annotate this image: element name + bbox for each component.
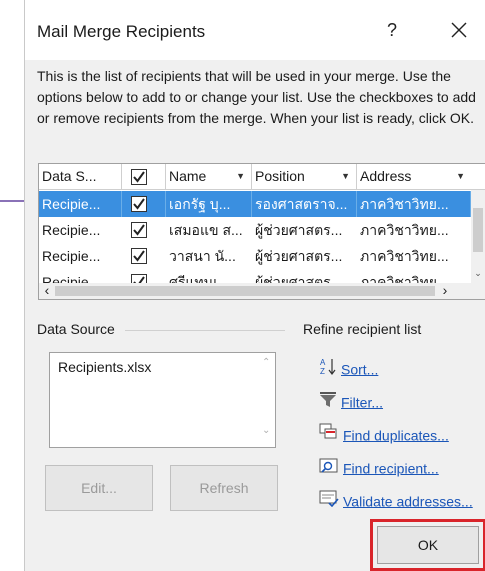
table-row[interactable]: Recipie... เสมอแข ส... ผู้ช่วยศาสตร... ภ… [39,217,471,243]
checkmark-icon [133,224,145,236]
dropdown-arrow-icon: ▼ [456,171,465,181]
scroll-down-arrow-icon[interactable]: ⌄ [471,266,485,280]
scroll-up-arrow-icon[interactable]: ⌃ [262,357,270,368]
checkmark-icon [133,250,145,262]
cell-position: ผู้ช่วยศาสตร... [255,222,343,238]
table-row[interactable]: Recipie ศรีแทนเ... ผู้ช่วยศาสตร... ภาควิ… [39,269,471,283]
ok-button[interactable]: OK [377,526,479,564]
list-scrollbar[interactable]: ⌃ ⌄ [259,353,275,447]
group-divider [125,330,285,331]
cell-name: ศรีแทนเ... [169,274,230,283]
cell-checkbox [122,217,166,243]
svg-text:Z: Z [320,367,325,375]
row-checkbox[interactable] [131,274,147,283]
list-item[interactable]: Recipients.xlsx [58,359,151,375]
scroll-left-arrow-icon[interactable]: ‹ [39,283,55,299]
select-all-checkbox[interactable] [131,169,147,185]
sort-icon: AZ [319,357,337,381]
cell-name: วาสนา นั... [169,248,236,264]
close-icon [451,22,467,38]
cell-address: ภาควิชาวิทย... [360,274,449,283]
cell-address: ภาควิชาวิทย... [357,191,471,217]
title-bar: Mail Merge Recipients ? [25,0,485,60]
filter-link[interactable]: Filter... [319,390,383,414]
cell-position: ผู้ช่วยศาสตร... [255,248,343,264]
cell-position: รองศาสตราจ... [252,191,357,217]
cell-address: ภาควิชาวิทย... [360,222,449,238]
find-duplicates-icon [319,423,339,447]
data-source-group-label: Data Source [37,321,121,337]
find-recipient-link[interactable]: Find recipient... [319,456,439,480]
svg-text:A: A [320,358,326,367]
cell-data-source: Recipie... [39,191,122,217]
column-header-position[interactable]: Position ▼ [252,164,357,190]
cell-data-source: Recipie... [42,248,101,264]
scroll-right-arrow-icon[interactable]: › [437,283,453,299]
sort-link[interactable]: AZ Sort... [319,357,378,381]
close-button[interactable] [444,16,474,44]
dropdown-arrow-icon: ▼ [236,171,245,181]
cell-checkbox [122,191,166,217]
dialog-title: Mail Merge Recipients [37,22,206,41]
help-button[interactable]: ? [380,18,404,42]
checkmark-icon [133,171,145,183]
recipients-grid: Data S... Name ▼ Position ▼ Address ▼ Recip… [38,163,485,300]
scrollbar-thumb[interactable] [55,286,435,296]
cell-position: ผู้ช่วยศาสตร... [255,274,343,283]
row-checkbox[interactable] [131,196,147,212]
find-recipient-icon [319,456,339,480]
cell-name: เอกรัฐ บุ... [166,191,252,217]
column-header-checkbox[interactable] [122,164,166,190]
filter-icon [319,390,337,414]
ok-highlight-box: OK [370,519,485,571]
cell-name: เสมอแข ส... [169,222,243,238]
table-row[interactable]: Recipie... เอกรัฐ บุ... รองศาสตราจ... ภา… [39,191,471,217]
dropdown-arrow-icon: ▼ [341,171,350,181]
cell-data-source: Recipie [42,274,89,283]
intro-text: This is the list of recipients that will… [37,68,476,126]
column-header-data-source[interactable]: Data S... [39,164,122,190]
row-checkbox[interactable] [131,248,147,264]
scrollbar-thumb[interactable] [473,208,483,252]
vertical-scrollbar[interactable]: ⌄ [471,190,485,283]
column-header-address[interactable]: Address ▼ [357,164,471,190]
row-checkbox[interactable] [131,222,147,238]
data-source-list[interactable]: Recipients.xlsx ⌃ ⌄ [49,352,276,448]
edit-button[interactable]: Edit... [45,465,153,511]
checkmark-icon [133,276,145,283]
mail-merge-dialog: Mail Merge Recipients ? This is the list… [24,0,485,571]
validate-addresses-icon [319,489,339,513]
scroll-down-arrow-icon[interactable]: ⌄ [262,425,270,436]
table-row[interactable]: Recipie... วาสนา นั... ผู้ช่วยศาสตร... ภ… [39,243,471,269]
find-duplicates-link[interactable]: Find duplicates... [319,423,449,447]
cell-checkbox [122,243,166,269]
cell-data-source: Recipie... [42,222,101,238]
cell-checkbox [122,269,166,283]
refine-group-label: Refine recipient list [303,321,428,337]
cell-address: ภาควิชาวิทย... [360,248,449,264]
validate-addresses-link[interactable]: Validate addresses... [319,489,473,513]
grid-header: Data S... Name ▼ Position ▼ Address ▼ [39,164,485,190]
refresh-button[interactable]: Refresh [170,465,278,511]
column-header-name[interactable]: Name ▼ [166,164,252,190]
horizontal-scrollbar[interactable]: ‹ › [39,283,485,299]
checkmark-icon [133,198,145,210]
